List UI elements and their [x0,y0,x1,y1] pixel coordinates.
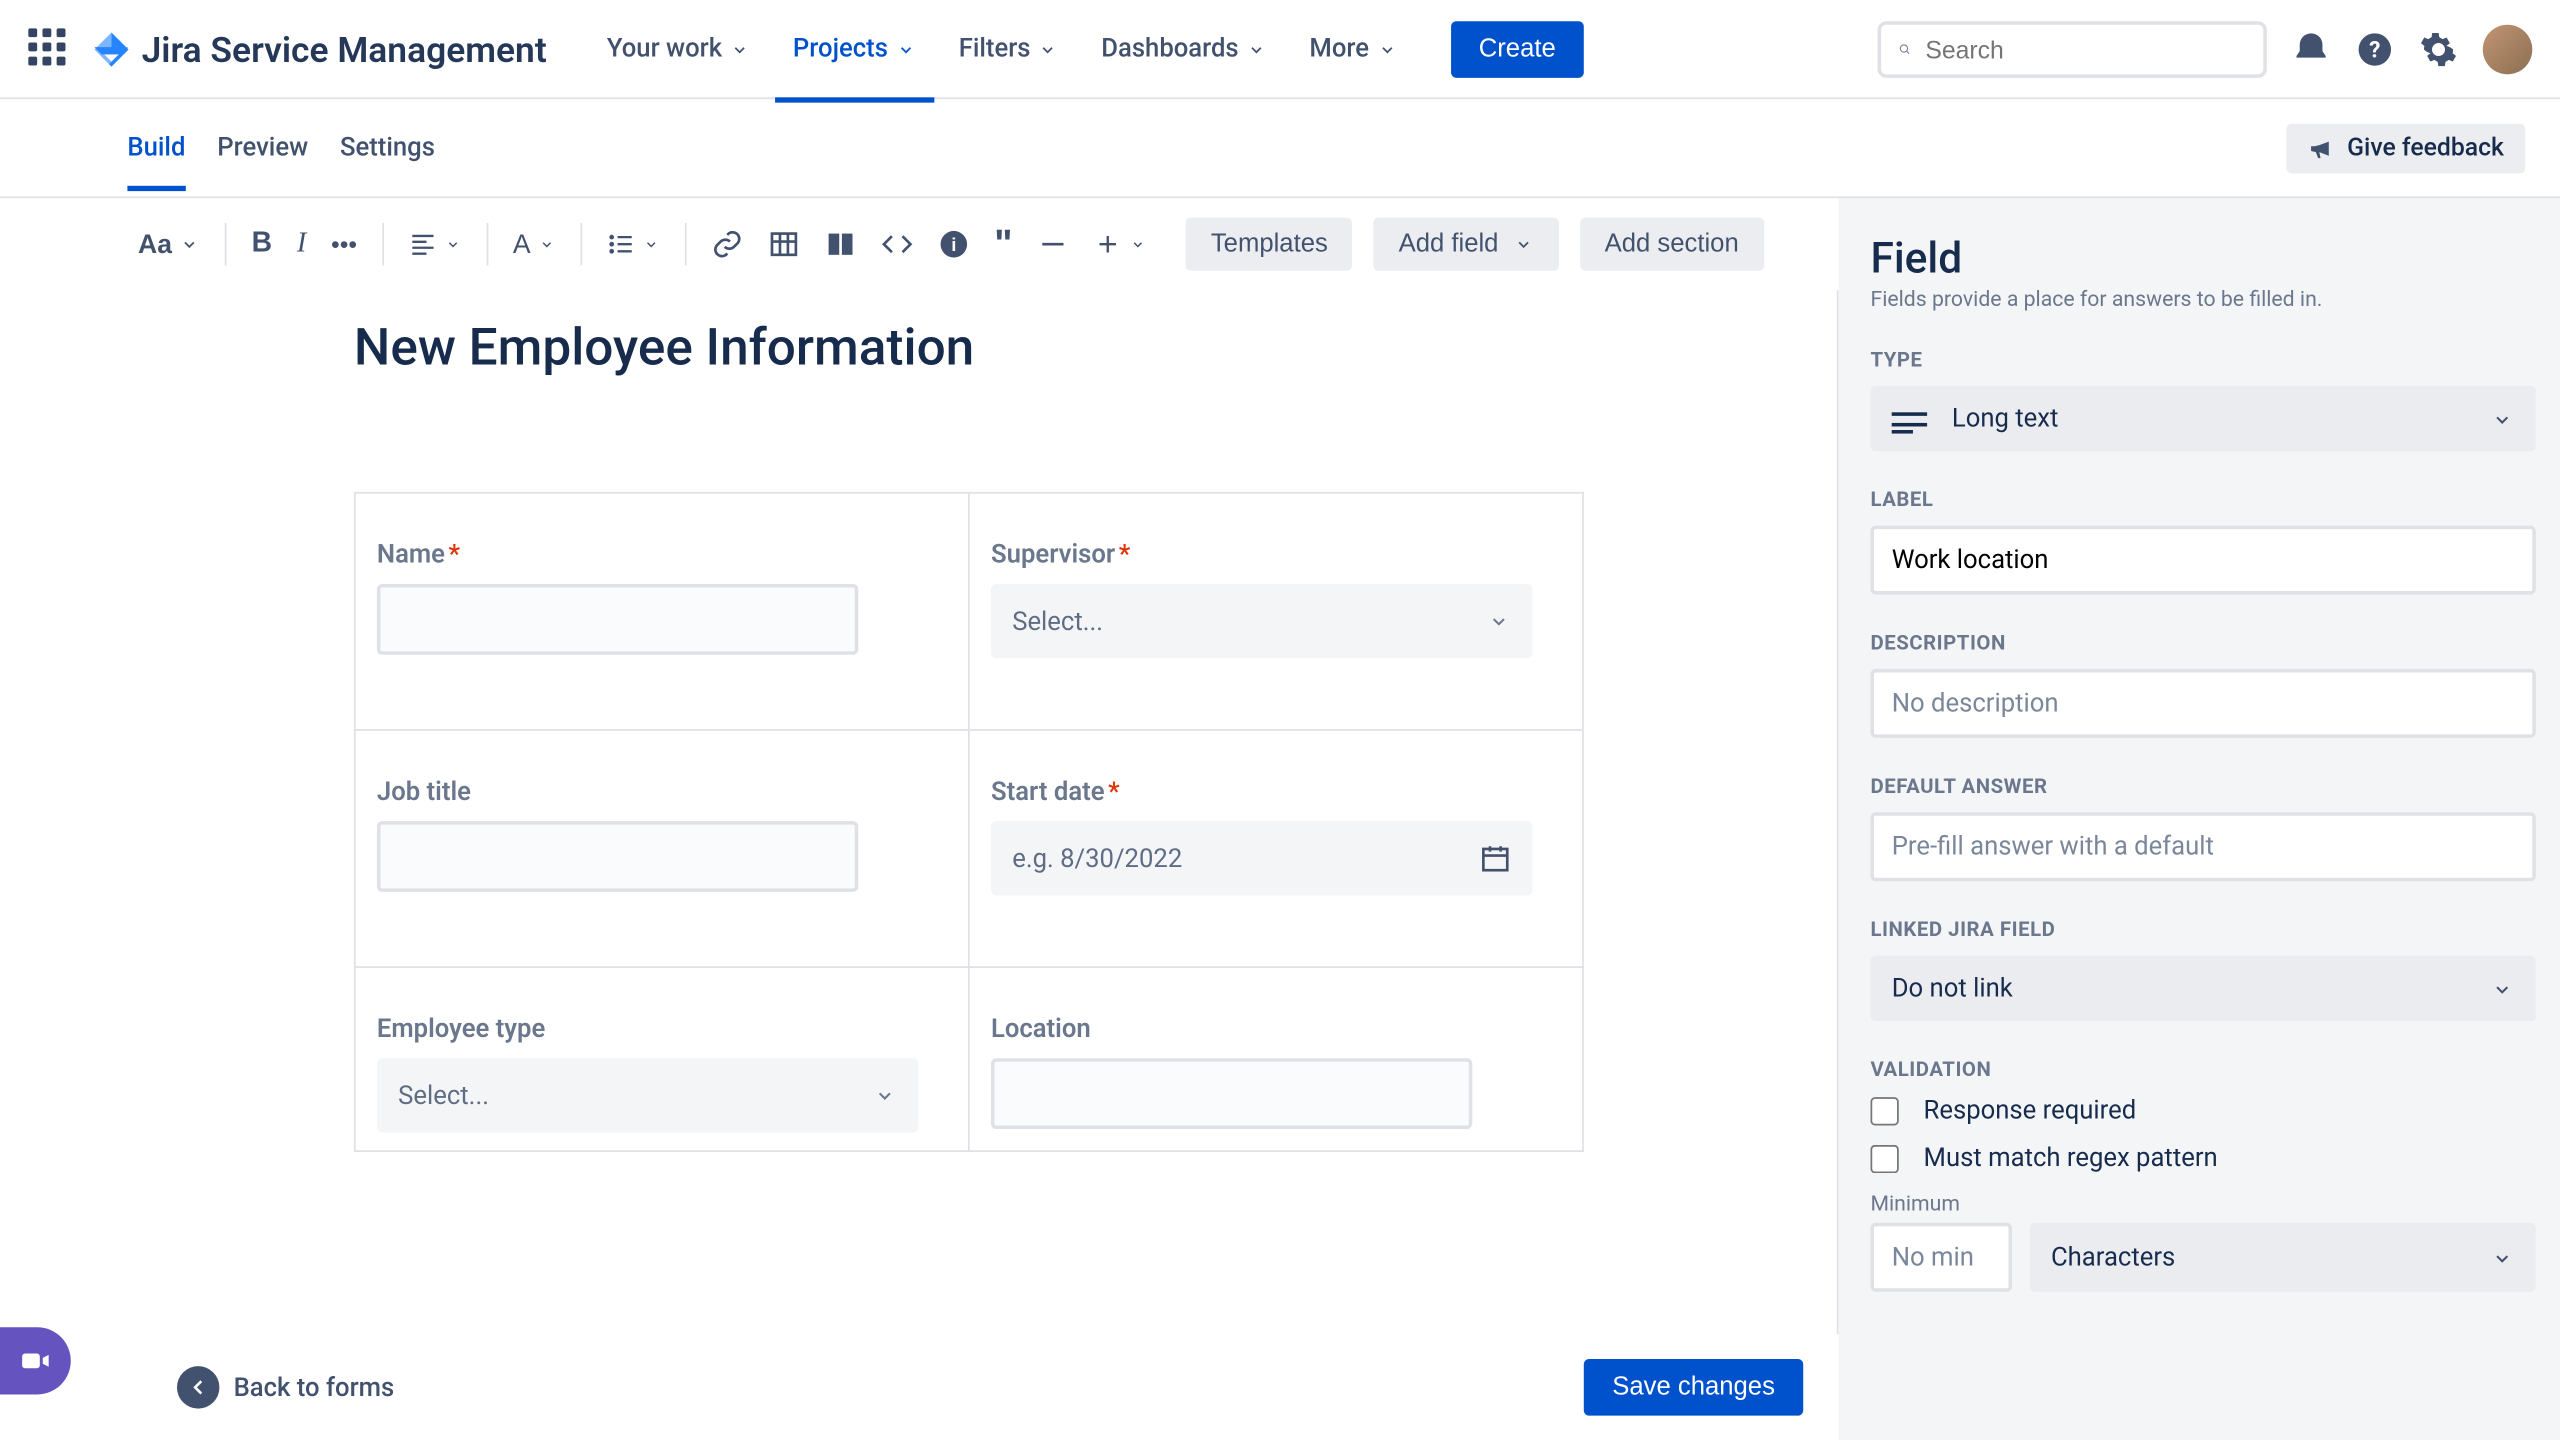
templates-button[interactable]: Templates [1186,218,1353,271]
regex-match-label: Must match regex pattern [1924,1143,2218,1173]
nav-projects[interactable]: Projects [775,23,934,74]
layout-button[interactable] [814,219,867,269]
employee-type-select[interactable]: Select... [377,1058,918,1132]
job-title-input[interactable] [377,821,858,892]
chevron-down-icon [2490,1245,2515,1270]
insert-button[interactable] [1083,221,1157,267]
nav-your-work[interactable]: Your work [589,23,768,74]
calendar-icon [1479,842,1511,874]
add-field-button[interactable]: Add field [1374,218,1559,271]
alignment-button[interactable] [398,221,472,267]
panel-subtitle: Fields provide a place for answers to be… [1870,287,2535,312]
job-title-label: Job title [377,777,918,807]
tab-settings[interactable]: Settings [340,104,435,191]
field-description-input[interactable] [1870,669,2535,738]
form-footer: Back to forms Save changes [0,1334,1839,1440]
employee-type-label: Employee type [377,1014,918,1044]
italic-button[interactable]: I [286,219,317,269]
long-text-icon [1892,411,1927,425]
text-styles-button[interactable]: Aa [127,220,211,268]
name-input[interactable] [377,584,858,655]
app-switcher-icon[interactable] [28,27,70,69]
create-button[interactable]: Create [1450,20,1584,77]
user-avatar[interactable] [2483,24,2533,74]
location-input[interactable] [991,1058,1472,1129]
chevron-down-icon [872,1083,897,1108]
nav-more[interactable]: More [1292,23,1415,74]
more-formatting-button[interactable]: ••• [320,221,367,267]
video-icon [18,1343,53,1378]
chevron-down-icon [1486,609,1511,634]
minimum-unit-select[interactable]: Characters [2030,1223,2536,1292]
form-builder-tabs: Build Preview Settings Give feedback [0,99,2560,198]
chevron-down-icon [2490,406,2515,431]
field-config-panel: Field Fields provide a place for answers… [1839,198,2560,1440]
help-icon[interactable]: ? [2355,29,2394,68]
info-button[interactable]: i [927,219,980,269]
svg-text:?: ? [2369,36,2380,63]
minimum-input[interactable] [1870,1223,2012,1292]
give-feedback-button[interactable]: Give feedback [2287,123,2525,173]
back-to-forms-link[interactable]: Back to forms [177,1366,394,1408]
link-button[interactable] [700,219,753,269]
field-label-input[interactable] [1870,526,2535,595]
product-name: Jira Service Management [142,27,547,69]
bold-button[interactable]: B [241,219,283,269]
notifications-icon[interactable] [2292,29,2331,68]
supervisor-label: Supervisor* [991,540,1532,570]
back-arrow-icon [177,1366,219,1408]
form-title[interactable]: New Employee Information [354,319,1837,379]
primary-nav: Your work Projects Filters Dashboards Mo… [589,20,1584,77]
lists-button[interactable] [596,221,670,267]
label-heading: Label [1870,487,2535,512]
settings-icon[interactable] [2419,29,2458,68]
divider-button[interactable] [1027,219,1080,269]
supervisor-select[interactable]: Select... [991,584,1532,658]
text-color-button[interactable]: A [502,220,566,268]
product-logo[interactable]: Jira Service Management [92,27,547,69]
start-date-input[interactable]: e.g. 8/30/2022 [991,821,1532,895]
default-heading: Default Answer [1870,773,2535,798]
panel-title: Field [1870,234,2535,284]
response-required-label: Response required [1924,1095,2137,1125]
form-layout-table: Name* Supervisor* Select... Job title [354,492,1584,1152]
search-icon [1899,35,1911,63]
quote-button[interactable]: " [984,212,1024,276]
search-box[interactable] [1878,20,2267,77]
global-header: Jira Service Management Your work Projec… [0,0,2560,99]
table-button[interactable] [757,219,810,269]
regex-match-checkbox[interactable] [1870,1144,1898,1172]
save-changes-button[interactable]: Save changes [1584,1359,1803,1416]
tab-build[interactable]: Build [127,104,185,191]
chevron-down-icon [2490,976,2515,1001]
editor-toolbar: Aa B I ••• A i " Templates Add field [0,198,1839,290]
field-default-input[interactable] [1870,812,2535,881]
add-section-button[interactable]: Add section [1580,218,1764,271]
description-heading: Description [1870,630,2535,655]
validation-heading: Validation [1870,1056,2535,1081]
nav-dashboards[interactable]: Dashboards [1084,23,1285,74]
response-required-checkbox[interactable] [1870,1096,1898,1124]
type-heading: Type [1870,347,2535,372]
field-type-select[interactable]: Long text [1870,386,2535,451]
search-input[interactable] [1925,35,2245,63]
minimum-label: Minimum [1870,1191,2535,1216]
linked-heading: Linked Jira Field [1870,917,2535,942]
megaphone-icon [2308,134,2336,162]
tab-preview[interactable]: Preview [217,104,308,191]
location-label: Location [991,1014,1532,1044]
code-button[interactable] [870,219,923,269]
name-label: Name* [377,540,918,570]
jira-icon [92,29,131,68]
linked-jira-field-select[interactable]: Do not link [1870,956,2535,1021]
svg-text:i: i [951,234,956,255]
start-date-label: Start date* [991,777,1532,807]
nav-filters[interactable]: Filters [941,23,1076,74]
video-help-button[interactable] [0,1327,71,1394]
